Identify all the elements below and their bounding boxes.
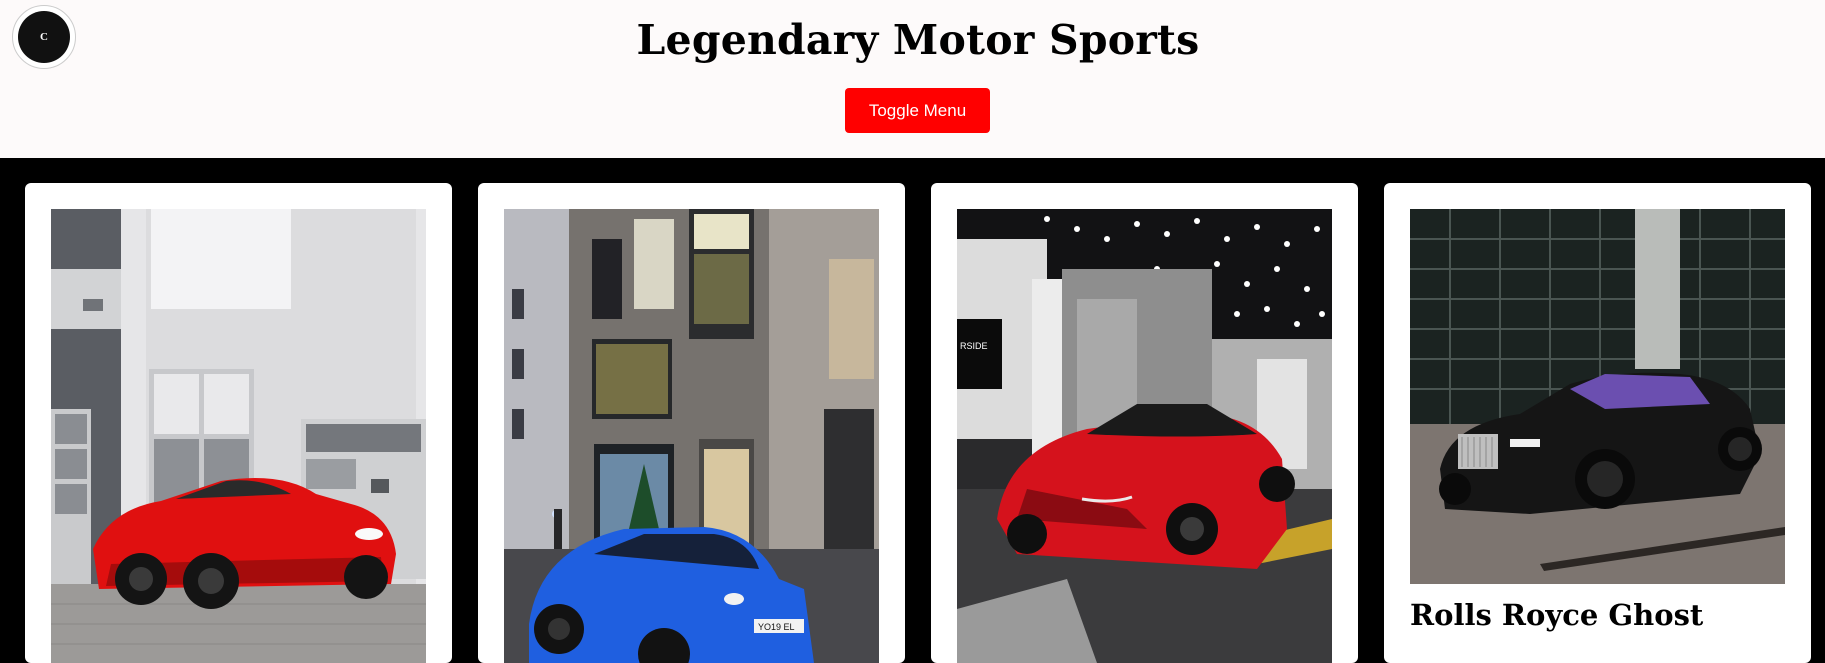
car-card-1[interactable] — [25, 183, 452, 663]
toggle-menu-button[interactable]: Toggle Menu — [845, 88, 990, 133]
mall-sign: RSIDE — [960, 341, 988, 351]
page-title: Legendary Motor Sports — [636, 16, 1200, 64]
ferrari-car-photo[interactable] — [51, 209, 426, 663]
car-card-title[interactable]: Rolls Royce Ghost — [1410, 598, 1703, 632]
car-card-2[interactable]: YO19 EL — [478, 183, 905, 663]
car-card-4[interactable]: Rolls Royce Ghost — [1384, 183, 1811, 663]
car-card-3[interactable]: RSIDE — [931, 183, 1358, 663]
mclaren-car-photo[interactable]: RSIDE — [957, 209, 1332, 663]
rolls-royce-car-photo[interactable] — [1410, 209, 1785, 584]
site-header: C Legendary Motor Sports Toggle Menu — [0, 0, 1825, 158]
license-plate: YO19 EL — [758, 622, 795, 632]
porsche-car-photo[interactable]: YO19 EL — [504, 209, 879, 663]
